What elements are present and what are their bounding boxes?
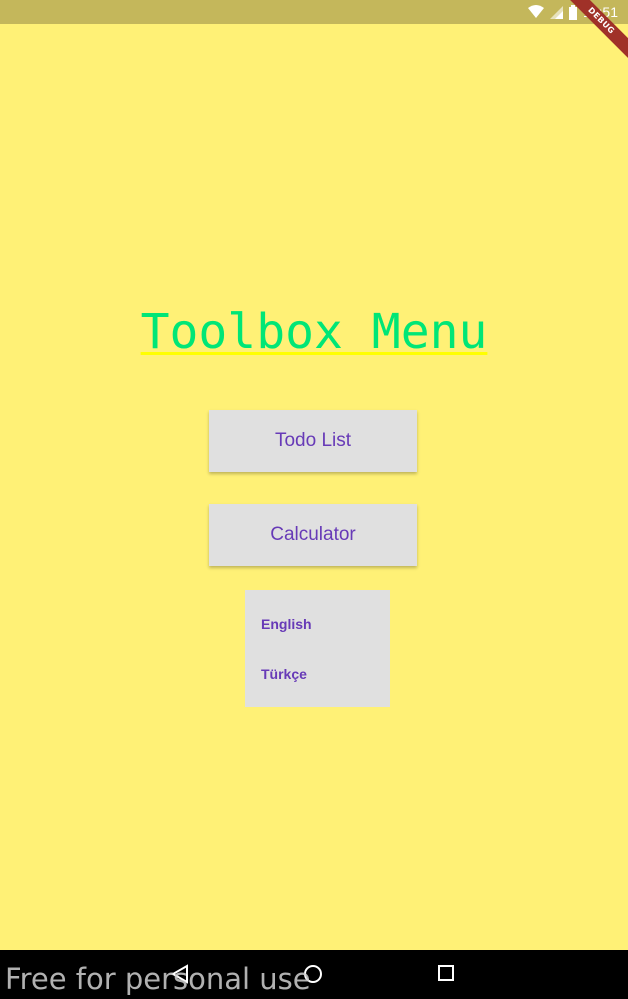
language-menu: English Türkçe (245, 590, 390, 707)
todo-list-button[interactable]: Todo List (209, 410, 417, 472)
cell-signal-icon (549, 5, 563, 19)
wifi-icon (527, 5, 544, 19)
home-icon[interactable] (303, 964, 323, 989)
main-screen: Toolbox Menu Todo List Calculator Englis… (0, 24, 628, 950)
language-option-english[interactable]: English (261, 616, 312, 632)
back-icon[interactable] (170, 964, 190, 989)
page-title-text: Toolbox Menu (140, 304, 488, 360)
calculator-button[interactable]: Calculator (209, 504, 417, 566)
page-title: Toolbox Menu (0, 304, 628, 360)
battery-icon (568, 4, 577, 20)
navigation-bar (0, 950, 628, 999)
language-option-turkish[interactable]: Türkçe (261, 666, 307, 682)
recent-apps-icon[interactable] (437, 964, 455, 987)
status-bar: 12:51 (0, 0, 628, 24)
